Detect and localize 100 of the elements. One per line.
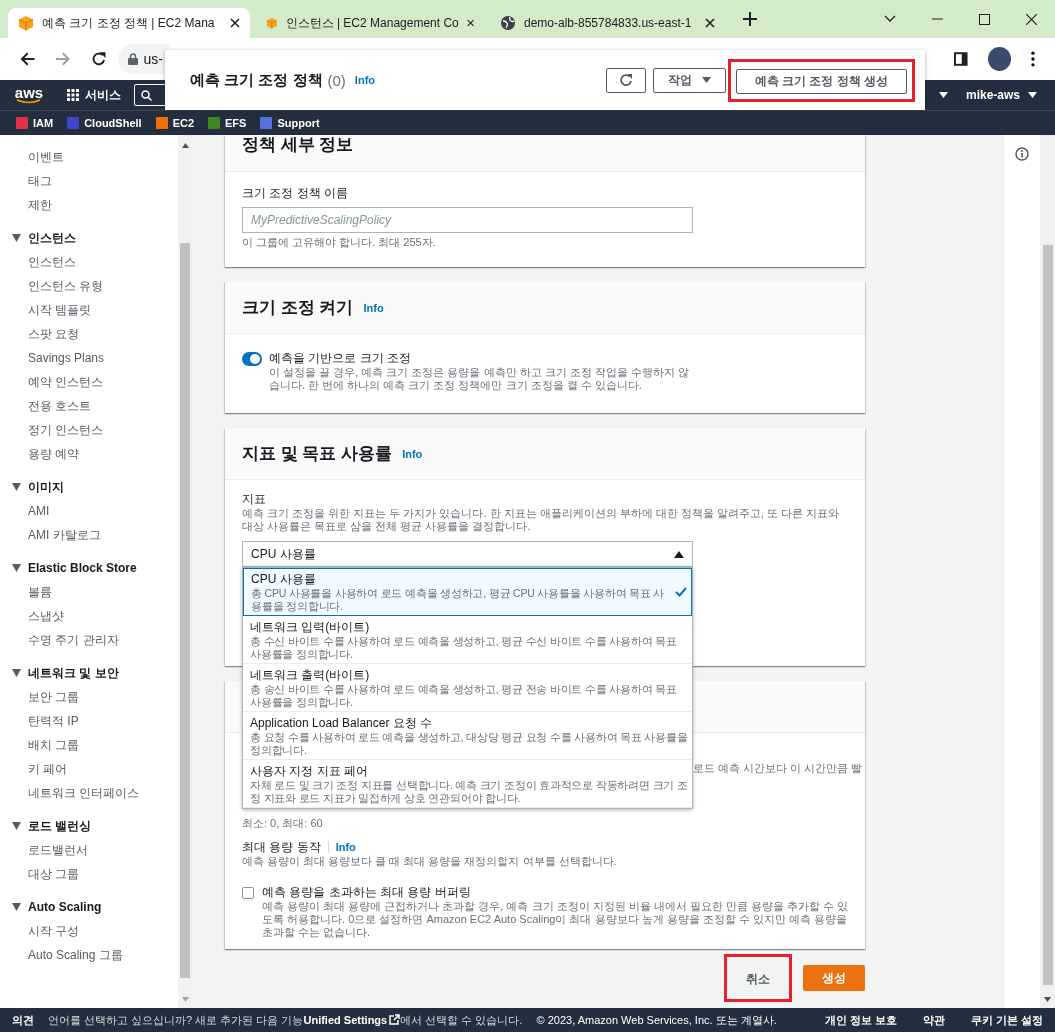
nav-link[interactable]: 배치 그룹: [0, 733, 178, 757]
maximize-icon[interactable]: [979, 13, 990, 25]
dropdown-option[interactable]: CPU 사용률 총 CPU 사용률을 사용하여 로드 예측을 생성하고, 평균 CPU 사용률을 사용하여 목표 사용률을 정의합니다.: [243, 568, 692, 616]
nav-section-header[interactable]: 네트워크 및 보안: [0, 661, 125, 685]
actions-button[interactable]: 작업: [652, 67, 726, 93]
footer-link[interactable]: 약관: [922, 1012, 945, 1028]
address-bar[interactable]: us-: [118, 44, 169, 74]
info-link[interactable]: Info: [402, 447, 423, 460]
scrollbar[interactable]: [1040, 135, 1055, 1008]
nav-link[interactable]: 제한: [0, 193, 178, 217]
nav-link[interactable]: 스팟 요청: [0, 322, 178, 346]
browser-tab[interactable]: demo-alb-855784833.us-east-1: [490, 8, 725, 38]
nav-link[interactable]: Auto Scaling 그룹: [0, 943, 178, 967]
close-icon[interactable]: [1026, 13, 1037, 25]
settings-notice: 언어를 선택하고 싶으십니까? 새로 추가된 다음 기능Unified Settings 에서 선택할 수 있습니다.: [48, 1012, 523, 1028]
toggle-switch[interactable]: [242, 352, 262, 366]
dropdown-option[interactable]: 네트워크 출력(바이트) 총 송신 바이트 수를 사용하여 로드 예측을 생성하고, 평균 전송 바이트 수를 사용하여 목표 사용률을 정의합니다.: [243, 664, 692, 712]
nav-link[interactable]: 스냅샷: [0, 604, 178, 628]
section-title: 지표 및 목표 사용률: [242, 443, 393, 464]
nav-link[interactable]: 시작 템플릿: [0, 298, 178, 322]
item-count: (0): [327, 71, 346, 89]
nav-section-header[interactable]: 이미지: [0, 475, 70, 499]
info-link[interactable]: Info: [363, 301, 384, 314]
nav-link[interactable]: 네트워크 인터페이스: [0, 781, 178, 805]
policy-name-field[interactable]: MyPredictiveScalingPolicy: [242, 207, 693, 233]
footer-link[interactable]: 쿠키 기본 설정: [970, 1012, 1043, 1028]
expanded-arrow-icon: [12, 234, 21, 242]
info-link[interactable]: Info: [354, 74, 376, 86]
nav-link[interactable]: 용량 예약: [0, 442, 178, 466]
cube-icon: [18, 15, 34, 31]
settings-link[interactable]: Unified Settings: [303, 1013, 401, 1026]
account-menu[interactable]: mike-aws: [959, 87, 1043, 103]
favorite-link[interactable]: CloudShell: [67, 117, 142, 129]
plus-icon[interactable]: [743, 12, 757, 26]
reload-icon[interactable]: [90, 51, 107, 67]
info-link[interactable]: Info: [327, 841, 356, 853]
nav-section-header[interactable]: 인스턴스: [0, 226, 82, 250]
nav-section-header[interactable]: Elastic Block Store: [0, 556, 143, 580]
expanded-arrow-icon: [12, 483, 21, 491]
create-policy-button[interactable]: 예측 크기 조정 정책 생성: [735, 68, 907, 94]
page-title: 예측 크기 조정 정책: [190, 70, 323, 90]
metric-select[interactable]: CPU 사용률: [242, 541, 693, 567]
services-menu[interactable]: 서비스: [67, 86, 121, 104]
cube-icon: [266, 15, 278, 31]
nav-link[interactable]: 키 페어: [0, 757, 178, 781]
cancel-button[interactable]: 취소: [732, 966, 784, 993]
feedback-link[interactable]: 의견: [12, 1012, 34, 1028]
info-icon[interactable]: [1015, 147, 1029, 161]
nav-section-header[interactable]: Auto Scaling: [0, 895, 108, 919]
nav-link[interactable]: 대상 그룹: [0, 862, 178, 886]
field-description: 예측 용량이 최대 용량보다 클 때 최대 용량을 재정의할지 여부를 선택합니다.: [242, 855, 618, 868]
back-arrow-icon[interactable]: [20, 51, 36, 67]
close-icon[interactable]: [466, 18, 474, 28]
nav-link[interactable]: 수명 주기 관리자: [0, 628, 178, 652]
search-icon: [141, 89, 152, 101]
more-menu-icon[interactable]: [1031, 51, 1035, 67]
nav-link[interactable]: 보안 그룹: [0, 685, 178, 709]
side-panel-icon[interactable]: [954, 52, 968, 66]
refresh-button[interactable]: [605, 67, 646, 93]
nav-link[interactable]: 태그: [0, 169, 178, 193]
nav-link[interactable]: AMI: [0, 499, 178, 523]
expanded-arrow-icon: [12, 564, 21, 572]
lock-icon: [128, 53, 139, 65]
dropdown-option[interactable]: 사용자 지정 지표 페어 자체 로드 및 크기 조정 지표를 선택합니다. 예측 크기 조정이 효과적으로 작동하려면 크기 조정 지표와 로드 지표가 밀접하게 상호 연관되어야 합니다.: [243, 760, 692, 808]
favorite-link[interactable]: EFS: [208, 117, 247, 129]
nav-section-header[interactable]: 로드 밸런싱: [0, 814, 98, 838]
nav-link[interactable]: 전용 호스트: [0, 394, 178, 418]
favorite-link[interactable]: EC2: [155, 117, 195, 129]
chevron-down-icon[interactable]: [884, 15, 896, 23]
nav-link[interactable]: 시작 구성: [0, 919, 178, 943]
caret-icon: [701, 77, 711, 83]
nav-link[interactable]: 볼륨: [0, 580, 178, 604]
browser-tab[interactable]: 예측 크기 조정 정책 | EC2 Mana: [8, 8, 250, 38]
nav-link[interactable]: AMI 카탈로그: [0, 523, 178, 547]
dropdown-option[interactable]: Application Load Balancer 요청 수 총 요청 수를 사용하여 로드 예측을 생성하고, 대상당 평균 요청 수를 사용하여 목표 사용률을 정의합니다.: [243, 712, 692, 760]
checkbox[interactable]: [242, 887, 254, 899]
nav-link[interactable]: 이벤트: [0, 145, 178, 169]
close-icon[interactable]: [705, 18, 715, 28]
scroll-up-icon[interactable]: [181, 143, 189, 148]
nav-link[interactable]: 탄력적 IP: [0, 709, 178, 733]
caret-up-icon: [674, 550, 684, 558]
scroll-down-icon[interactable]: [1044, 997, 1051, 1002]
dropdown-option[interactable]: 네트워크 입력(바이트) 총 수신 바이트 수를 사용하여 로드 예측을 생성하고, 평균 수신 바이트 수를 사용하여 목표 사용률을 정의합니다.: [243, 616, 692, 664]
aws-logo[interactable]: aws: [15, 86, 43, 104]
close-icon[interactable]: [230, 18, 240, 28]
scrollbar[interactable]: [178, 135, 192, 1008]
footer-link[interactable]: 개인 정보 보호: [824, 1012, 897, 1028]
search-field[interactable]: [134, 84, 167, 106]
nav-link[interactable]: 인스턴스 유형: [0, 274, 178, 298]
nav-link[interactable]: 로드밸런서: [0, 838, 178, 862]
nav-link[interactable]: 인스턴스: [0, 250, 178, 274]
forward-arrow-icon[interactable]: [55, 51, 71, 67]
favorite-link[interactable]: Support: [260, 117, 320, 129]
browser-tab[interactable]: 인스턴스 | EC2 Management Co: [256, 8, 484, 38]
nav-link[interactable]: 정기 인스턴스: [0, 418, 178, 442]
nav-link[interactable]: Savings Plans: [0, 346, 178, 370]
favorite-link[interactable]: IAM: [16, 117, 54, 129]
nav-link[interactable]: 예약 인스턴스: [0, 370, 178, 394]
expanded-arrow-icon: [12, 669, 21, 677]
profile-avatar[interactable]: [987, 47, 1012, 71]
